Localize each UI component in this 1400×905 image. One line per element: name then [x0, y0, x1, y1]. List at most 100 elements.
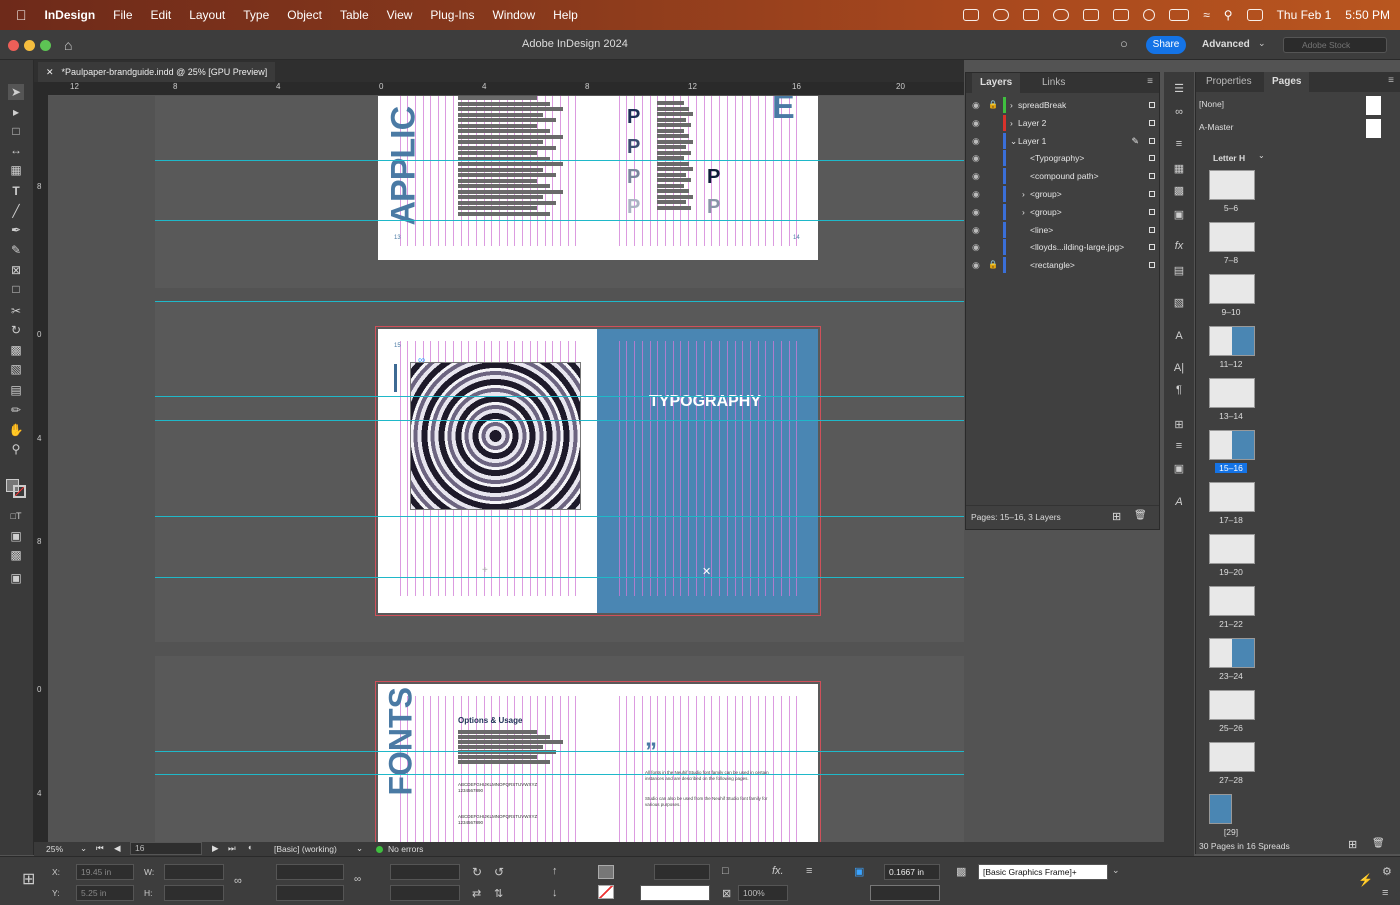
effects-icon[interactable]: ▣	[1171, 208, 1187, 222]
ruler-guide[interactable]	[155, 751, 964, 752]
close-tab-icon[interactable]: ✕	[46, 67, 54, 78]
wifi-icon[interactable]: ≈	[1203, 8, 1210, 22]
spread-thumbnail[interactable]	[1209, 482, 1255, 512]
lock-icon[interactable]: 🔒	[988, 256, 998, 274]
selection-tool-icon[interactable]: ➤	[8, 84, 24, 100]
menu-edit[interactable]: Edit	[142, 8, 181, 22]
pen-icon[interactable]: ✎	[1131, 132, 1139, 150]
line-tool-icon[interactable]: ╱	[8, 203, 24, 219]
zoom-window-button[interactable]	[40, 40, 51, 51]
teams-icon[interactable]	[1023, 9, 1040, 21]
page-15[interactable]: 15 ∞ +	[378, 329, 597, 613]
page-18[interactable]: ” All fonts in the Neuhif Studio font fa…	[597, 684, 818, 842]
page-13[interactable]: APPLIC 13	[378, 96, 597, 260]
object-style-select[interactable]: [Basic Graphics Frame]+	[978, 864, 1108, 880]
pathfinder-icon[interactable]: ▣	[1171, 462, 1187, 476]
chevron-down-icon[interactable]: ⌄	[356, 843, 363, 854]
lock-icon[interactable]: 🔒	[988, 96, 998, 114]
layer-row[interactable]: ◉ › Layer 2	[966, 114, 1159, 132]
links-icon[interactable]: ∞	[1171, 106, 1187, 120]
minimize-window-button[interactable]	[24, 40, 35, 51]
panel-menu-icon[interactable]: ≡	[1388, 75, 1394, 86]
disclosure-icon[interactable]: ⌄	[1010, 132, 1017, 150]
selection-square[interactable]	[1149, 191, 1155, 197]
ruler-guide[interactable]	[155, 160, 964, 161]
select-content-icon[interactable]: ↓	[552, 887, 558, 899]
rotate-tool-icon[interactable]: ↻	[8, 322, 24, 338]
eye-icon[interactable]: ◉	[972, 167, 980, 185]
search-icon[interactable]: ⚲	[1224, 8, 1233, 22]
spread-thumbnail[interactable]	[1209, 378, 1255, 408]
layer-row[interactable]: ◉ <line>	[966, 221, 1159, 239]
stroke-weight-field[interactable]	[654, 864, 710, 880]
character-styles-icon[interactable]: A	[1171, 330, 1187, 344]
y-field[interactable]: 5.25 in	[76, 885, 134, 901]
cc-libraries-icon[interactable]: ▧	[1171, 296, 1187, 310]
chevron-down-icon[interactable]: ⌄	[1112, 865, 1120, 876]
align-left-icon[interactable]: ≡	[806, 865, 812, 877]
selection-square[interactable]	[1149, 208, 1155, 215]
opacity-icon[interactable]: ⊠	[722, 887, 731, 900]
direct-selection-tool-icon[interactable]: ▸	[8, 104, 24, 120]
battery-icon[interactable]	[1169, 9, 1190, 21]
layer-row[interactable]: ◉ › <group>	[966, 203, 1159, 221]
document-canvas[interactable]: APPLIC 13 P P P P P P E 14 15 ∞ + TYPOGR…	[48, 96, 964, 842]
stroke-type-select[interactable]	[640, 885, 710, 901]
control-menu-icon[interactable]: ≡	[1382, 887, 1388, 899]
wrap-icon[interactable]: ▤	[1171, 264, 1187, 278]
spread-thumbnail[interactable]	[1209, 690, 1255, 720]
stroke-swatch[interactable]	[13, 485, 26, 498]
disclosure-icon[interactable]: ›	[1010, 96, 1013, 114]
gap-tool-icon[interactable]: ↔	[8, 142, 24, 158]
page-tool-icon[interactable]: □	[8, 123, 24, 139]
document-style[interactable]: [Basic] (working)	[274, 844, 337, 854]
cloud-icon[interactable]	[993, 9, 1010, 21]
app-menu[interactable]: InDesign	[36, 8, 105, 22]
spread-thumbnail[interactable]	[1209, 326, 1255, 356]
layer-row[interactable]: ◉ <lloyds...ilding-large.jpg>	[966, 238, 1159, 256]
layers-icon[interactable]: ☰	[1171, 82, 1187, 96]
menu-file[interactable]: File	[104, 8, 141, 22]
play-icon[interactable]	[1143, 9, 1156, 21]
opacity-field[interactable]: 100%	[738, 885, 788, 901]
page-size-select[interactable]: Letter H	[1213, 153, 1245, 163]
link-icon[interactable]: ∞	[418, 355, 425, 366]
next-page-icon[interactable]: ▶	[212, 843, 219, 854]
selection-square[interactable]	[1149, 262, 1155, 269]
page-14[interactable]: P P P P P P E 14	[597, 96, 818, 260]
master-a[interactable]: A-Master	[1199, 122, 1233, 132]
date[interactable]: Thu Feb 1	[1277, 8, 1332, 22]
master-none[interactable]: [None]	[1199, 99, 1224, 109]
swatches-icon[interactable]: ▦	[1171, 162, 1187, 176]
ruler-guide[interactable]	[155, 396, 964, 397]
rectangle-frame-tool-icon[interactable]: ⊠	[8, 262, 24, 278]
fx-icon[interactable]: fx	[1171, 240, 1187, 254]
quick-apply-icon[interactable]: ⚡	[1358, 873, 1373, 887]
tab-properties[interactable]: Properties	[1198, 72, 1260, 92]
rotate-cw-icon[interactable]: ↻	[472, 865, 482, 879]
spread-thumbnail[interactable]	[1209, 586, 1255, 616]
menu-help[interactable]: Help	[544, 8, 587, 22]
eye-icon[interactable]: ◉	[972, 96, 980, 114]
scale-y-field[interactable]	[276, 885, 344, 901]
new-layer-icon[interactable]: ⊞	[1112, 510, 1121, 523]
spread-thumbnail[interactable]	[1209, 222, 1255, 252]
rotate-ccw-icon[interactable]: ↺	[494, 865, 504, 879]
ruler-guide[interactable]	[155, 301, 964, 302]
preview-mode-icon[interactable]: ▣	[8, 570, 24, 586]
fitting-icon[interactable]: ▣	[854, 865, 864, 878]
x-field[interactable]: 19.45 in	[76, 864, 134, 880]
selection-square[interactable]	[1149, 119, 1155, 126]
gear-icon[interactable]: ⚙	[1382, 865, 1392, 878]
layer-row[interactable]: ◉ <Typography>	[966, 149, 1159, 167]
spread-thumbnail[interactable]	[1209, 742, 1255, 772]
reference-point-icon[interactable]: ⊞	[22, 869, 35, 889]
page-number-field[interactable]: 16	[130, 842, 202, 855]
lloyds-building-image[interactable]	[410, 362, 581, 510]
view-mode-icon[interactable]: ▣	[8, 528, 24, 544]
selection-square[interactable]	[1149, 173, 1155, 180]
layer-row[interactable]: ◉ 🔒 › spreadBreak	[966, 96, 1159, 114]
trash-icon[interactable]: 🗑	[1134, 510, 1147, 521]
rectangle-tool-icon[interactable]: □	[8, 281, 24, 297]
cc-icon[interactable]	[1053, 9, 1070, 21]
